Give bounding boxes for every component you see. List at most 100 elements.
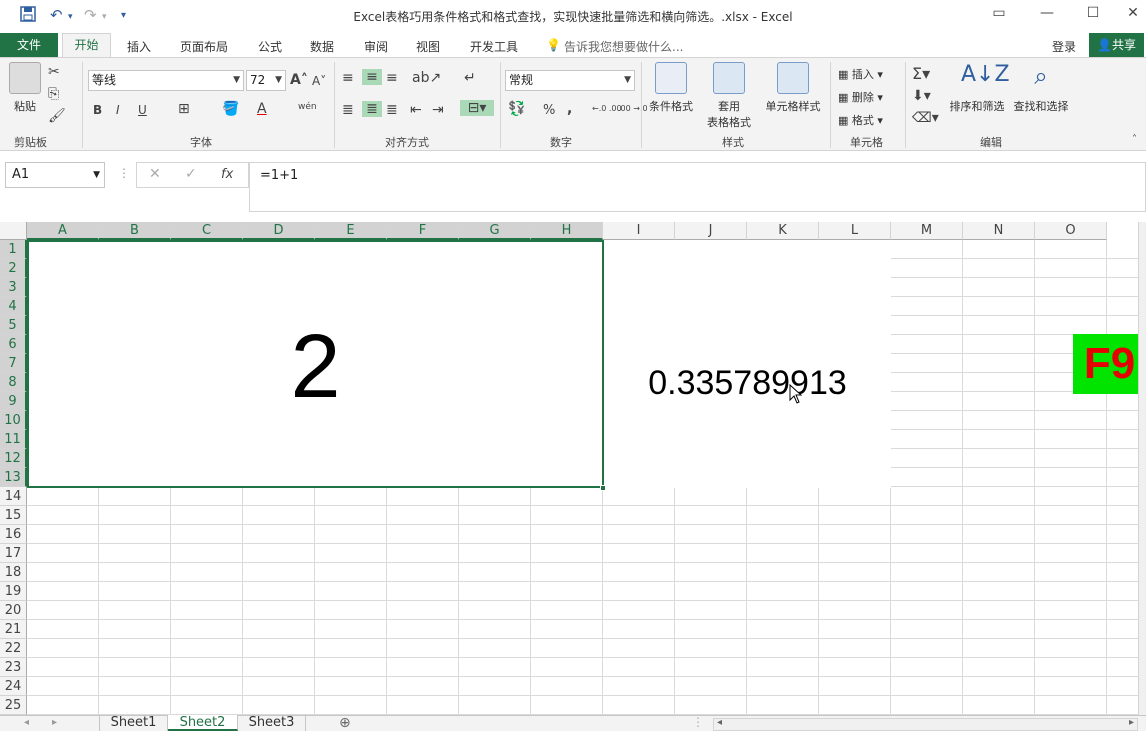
row-header[interactable]: 14 xyxy=(0,487,27,506)
border-icon[interactable]: ⊞ xyxy=(178,101,190,117)
table-format-button[interactable]: 套用 表格格式 xyxy=(700,62,758,130)
row-header[interactable]: 22 xyxy=(0,639,27,658)
share-button[interactable]: 👤共享 xyxy=(1089,33,1144,57)
tab-home[interactable]: 开始 xyxy=(62,33,111,58)
merged-cell-i1[interactable]: 0.335789913 xyxy=(604,240,891,488)
align-right-icon[interactable]: ≣ xyxy=(386,102,398,118)
tab-formulas[interactable]: 公式 xyxy=(258,38,282,55)
column-header[interactable]: O xyxy=(1035,222,1107,240)
sheet-tab-3[interactable]: Sheet3 xyxy=(238,715,306,731)
sheet-tab-2[interactable]: Sheet2 xyxy=(168,715,238,731)
percent-button[interactable]: % xyxy=(543,103,555,118)
comma-button[interactable]: , xyxy=(567,101,572,117)
sort-filter-button[interactable]: A↓Z 排序和筛选 xyxy=(946,62,1008,114)
phonetic-icon[interactable]: wén xyxy=(298,102,317,112)
enter-icon[interactable]: ✓ xyxy=(185,166,197,182)
minimize-icon[interactable]: — xyxy=(1032,5,1062,21)
name-box[interactable]: A1 ▼ xyxy=(5,162,105,188)
align-left-icon[interactable]: ≣ xyxy=(342,102,354,118)
find-select-button[interactable]: ⌕ 查找和选择 xyxy=(1010,62,1072,114)
column-header[interactable]: I xyxy=(603,222,675,240)
decrease-font-icon[interactable]: A˅ xyxy=(312,74,326,88)
currency-icon[interactable]: 💱 xyxy=(508,101,525,117)
row-header[interactable]: 15 xyxy=(0,506,27,525)
delete-cells-button[interactable]: ▦ 删除 ▾ xyxy=(838,89,883,105)
collapse-ribbon-icon[interactable]: ˄ xyxy=(1132,134,1137,145)
increase-indent-icon[interactable]: ⇥ xyxy=(432,102,444,118)
row-header[interactable]: 8 xyxy=(0,373,27,392)
row-header[interactable]: 23 xyxy=(0,658,27,677)
tab-developer[interactable]: 开发工具 xyxy=(470,38,518,55)
close-icon[interactable]: ✕ xyxy=(1118,5,1146,21)
worksheet-grid[interactable]: ABCDEFGHIJKLMNO 123456789101112131415161… xyxy=(0,222,1146,715)
insert-function-icon[interactable]: fx xyxy=(221,167,233,182)
clear-icon[interactable]: ⌫▾ xyxy=(912,110,939,126)
horizontal-scrollbar[interactable]: ◂ ▸ xyxy=(713,718,1138,731)
next-sheet-icon[interactable]: ▸ xyxy=(52,717,57,728)
italic-button[interactable]: I xyxy=(116,103,120,117)
orientation-icon[interactable]: ab↗ xyxy=(412,70,441,86)
row-header[interactable]: 20 xyxy=(0,601,27,620)
row-header[interactable]: 6 xyxy=(0,335,27,354)
column-header[interactable]: C xyxy=(171,222,243,240)
sheet-tab-1[interactable]: Sheet1 xyxy=(99,715,168,731)
font-name-combo[interactable]: 等线 ▼ xyxy=(88,70,244,91)
decrease-decimal-icon[interactable]: .00 →.0 xyxy=(618,104,648,113)
column-header[interactable]: E xyxy=(315,222,387,240)
formula-input[interactable]: =1+1 xyxy=(249,162,1146,212)
row-header[interactable]: 12 xyxy=(0,449,27,468)
fill-color-icon[interactable]: 🪣 xyxy=(222,101,239,117)
tab-review[interactable]: 审阅 xyxy=(364,38,388,55)
vertical-scrollbar[interactable] xyxy=(1138,222,1146,715)
bold-button[interactable]: B xyxy=(93,103,102,117)
row-header[interactable]: 18 xyxy=(0,563,27,582)
row-header[interactable]: 4 xyxy=(0,297,27,316)
autosum-icon[interactable]: Σ▾ xyxy=(912,64,930,83)
column-header[interactable]: D xyxy=(243,222,315,240)
align-middle-icon[interactable]: ≡ xyxy=(362,69,382,85)
align-bottom-icon[interactable]: ≡ xyxy=(386,70,398,86)
column-header[interactable]: K xyxy=(747,222,819,240)
column-header[interactable]: F xyxy=(387,222,459,240)
tab-insert[interactable]: 插入 xyxy=(127,38,151,55)
tab-page-layout[interactable]: 页面布局 xyxy=(180,38,228,55)
row-header[interactable]: 19 xyxy=(0,582,27,601)
row-header[interactable]: 5 xyxy=(0,316,27,335)
align-center-icon[interactable]: ≣ xyxy=(362,101,382,117)
column-header[interactable]: A xyxy=(27,222,99,240)
maximize-icon[interactable]: ☐ xyxy=(1078,5,1108,21)
prev-sheet-icon[interactable]: ◂ xyxy=(24,717,29,728)
row-header[interactable]: 16 xyxy=(0,525,27,544)
cancel-icon[interactable]: ✕ xyxy=(149,166,161,182)
conditional-format-button[interactable]: 条件格式 xyxy=(646,62,696,114)
column-header[interactable]: M xyxy=(891,222,963,240)
row-header[interactable]: 17 xyxy=(0,544,27,563)
row-header[interactable]: 7 xyxy=(0,354,27,373)
row-header[interactable]: 3 xyxy=(0,278,27,297)
column-header[interactable]: H xyxy=(531,222,603,240)
row-header[interactable]: 13 xyxy=(0,468,27,487)
tab-file[interactable]: 文件 xyxy=(0,33,58,57)
column-header[interactable]: G xyxy=(459,222,531,240)
merge-center-icon[interactable]: ⊟▾ xyxy=(460,100,494,116)
ribbon-display-icon[interactable]: ▭ xyxy=(984,5,1014,21)
wrap-text-icon[interactable]: ↵ xyxy=(464,70,476,86)
paste-button[interactable]: 粘贴 xyxy=(8,62,42,114)
tell-me-search[interactable]: 告诉我您想要做什么... xyxy=(564,38,683,55)
row-header[interactable]: 25 xyxy=(0,696,27,715)
cut-icon[interactable]: ✂ xyxy=(48,64,60,80)
column-header[interactable]: N xyxy=(963,222,1035,240)
copy-icon[interactable]: ⎘ xyxy=(48,86,59,102)
insert-cells-button[interactable]: ▦ 插入 ▾ xyxy=(838,66,883,82)
fill-icon[interactable]: ⬇▾ xyxy=(912,88,931,104)
row-header[interactable]: 10 xyxy=(0,411,27,430)
row-header[interactable]: 11 xyxy=(0,430,27,449)
column-header[interactable]: L xyxy=(819,222,891,240)
decrease-indent-icon[interactable]: ⇤ xyxy=(410,102,422,118)
row-header[interactable]: 2 xyxy=(0,259,27,278)
scroll-right-icon[interactable]: ▸ xyxy=(1129,717,1134,728)
align-top-icon[interactable]: ≡ xyxy=(342,70,354,86)
login-link[interactable]: 登录 xyxy=(1052,38,1076,55)
row-header[interactable]: 1 xyxy=(0,240,27,259)
row-header[interactable]: 9 xyxy=(0,392,27,411)
